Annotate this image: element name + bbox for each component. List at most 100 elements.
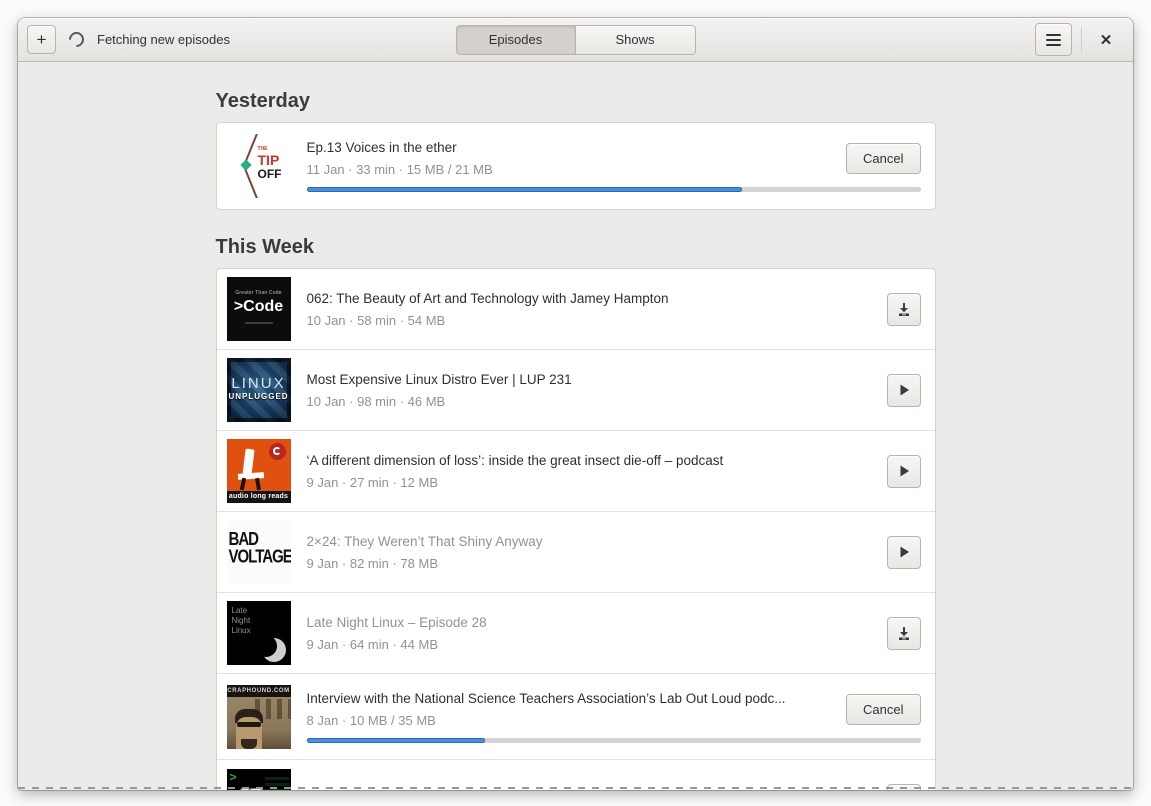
loading-spinner-icon — [65, 28, 88, 51]
alr-banner-text: audio long reads — [226, 491, 291, 503]
episode-body: Interview with the National Science Teac… — [306, 691, 921, 743]
episode-texts: Most Expensive Linux Distro Ever | LUP 2… — [307, 372, 875, 409]
episode-texts: Bot or Not — [307, 790, 875, 791]
header-separator — [1081, 27, 1082, 52]
close-window-button[interactable]: ✕ — [1091, 25, 1121, 55]
episode-section: Yesterday THE TIP OFF Ep.13 Voices in the … — [215, 90, 936, 210]
tipoff-tip: TIP — [257, 152, 280, 168]
episode-list: THE TIP OFF Ep.13 Voices in the ether 11 J… — [215, 122, 936, 210]
download-button[interactable] — [886, 292, 921, 326]
show-artwork-alr: audio long reads — [226, 439, 291, 503]
play-icon — [900, 546, 909, 558]
episode-row[interactable]: BAD VOLTAGE 2×24: They Weren’t That Shiny… — [216, 512, 935, 593]
crescent-moon-mask — [254, 635, 277, 657]
episode-title: Most Expensive Linux Distro Ever | LUP 2… — [306, 371, 572, 387]
episode-body: Ep.13 Voices in the ether 11 Jan · 33 mi… — [306, 140, 921, 192]
episode-title: Ep.13 Voices in the ether — [306, 140, 457, 155]
episode-list: Greater Than Code >Code 062: The Beauty o… — [215, 268, 936, 790]
episode-meta: 9 Jan · 27 min · 12 MB — [306, 474, 439, 490]
episode-row[interactable]: THE TIP OFF Ep.13 Voices in the ether 11 J… — [217, 123, 935, 209]
chair-leg — [254, 477, 261, 491]
episode-row[interactable]: CRAPHOUND.COM Interview with the Nationa… — [216, 674, 935, 760]
episode-meta: 8 Jan · 10 MB / 35 MB — [306, 712, 436, 728]
person-beard — [240, 738, 257, 749]
scrolled-content[interactable]: Yesterday THE TIP OFF Ep.13 Voices in the … — [18, 62, 1133, 790]
episode-texts: Ep.13 Voices in the ether 11 Jan · 33 mi… — [307, 140, 835, 177]
play-button[interactable] — [886, 535, 921, 569]
play-button[interactable] — [886, 454, 921, 488]
show-artwork-craphound: CRAPHOUND.COM — [226, 684, 291, 749]
lnl-text: Late Night Linux — [232, 606, 251, 636]
tab-episodes[interactable]: Episodes — [455, 24, 576, 55]
episode-toprow: Late Night Linux – Episode 28 9 Jan · 64… — [307, 615, 921, 652]
episode-texts: 062: The Beauty of Art and Technology wi… — [307, 291, 875, 328]
close-icon: ✕ — [1099, 31, 1113, 49]
person-glasses — [236, 721, 261, 727]
episode-meta: 10 Jan · 58 min · 54 MB — [306, 312, 446, 328]
episode-toprow: 2×24: They Weren’t That Shiny Anyway 9 J… — [307, 534, 921, 571]
episode-title: ‘A different dimension of loss’: inside … — [306, 452, 724, 468]
episode-toprow: Most Expensive Linux Distro Ever | LUP 2… — [307, 372, 921, 409]
show-artwork-bv: BAD VOLTAGE — [226, 520, 291, 584]
lnl-line: Night — [231, 616, 251, 625]
episode-list-area: Yesterday THE TIP OFF Ep.13 Voices in the … — [215, 62, 936, 790]
episode-row[interactable]: >JB Bot or Not — [217, 760, 935, 790]
download-button[interactable] — [886, 616, 921, 650]
episode-section: This Week Greater Than Code >Code 062: Th… — [215, 236, 936, 790]
episode-meta: 10 Jan · 98 min · 46 MB — [306, 393, 446, 409]
lnl-line: Linux — [231, 626, 251, 635]
lup-unplugged-text: UNPLUGGED — [228, 392, 289, 401]
tipoff-diamond — [239, 159, 252, 171]
tipoff-text: THE TIP OFF — [257, 147, 282, 181]
cancel-download-button[interactable]: Cancel — [846, 693, 921, 725]
gtc-caption: Greater Than Code — [235, 290, 282, 296]
episode-row[interactable]: Greater Than Code >Code 062: The Beauty o… — [216, 269, 935, 350]
download-icon — [898, 303, 909, 316]
add-podcast-button[interactable]: + — [27, 25, 56, 54]
episode-toprow: ‘A different dimension of loss’: inside … — [307, 453, 921, 490]
desktop: { "icons": { "plus": "+", "close": "✕" }… — [0, 0, 1151, 806]
play-button[interactable] — [886, 373, 921, 407]
headerbar-right: ✕ — [1035, 23, 1133, 56]
gtc-logo-text: >Code — [233, 298, 284, 315]
episode-body: 2×24: They Weren’t That Shiny Anyway 9 J… — [307, 534, 921, 571]
episode-row[interactable]: audio long reads ‘A different dimension … — [216, 431, 935, 512]
episode-meta: 9 Jan · 82 min · 78 MB — [306, 555, 439, 571]
episode-body: Late Night Linux – Episode 28 9 Jan · 64… — [307, 615, 921, 652]
show-artwork-lup: LINUX UNPLUGGED — [226, 358, 291, 422]
episode-body: Most Expensive Linux Distro Ever | LUP 2… — [307, 372, 921, 409]
tipoff-off: OFF — [257, 167, 282, 181]
app-window: + Fetching new episodes Episodes Shows ✕… — [18, 18, 1133, 790]
menu-button[interactable] — [1035, 23, 1072, 56]
section-title: This Week — [215, 236, 315, 258]
hamburger-icon — [1046, 31, 1061, 49]
tab-shows[interactable]: Shows — [575, 24, 696, 55]
download-progress-fill — [306, 737, 485, 743]
episode-texts: Interview with the National Science Teac… — [307, 691, 835, 728]
lup-linux-text: LINUX — [231, 375, 286, 392]
play-icon — [900, 384, 909, 396]
download-icon — [898, 627, 909, 640]
episode-meta: 11 Jan · 33 min · 15 MB / 21 MB — [306, 162, 493, 177]
episode-row[interactable]: Late Night Linux Late Night Linux – Episod… — [216, 593, 935, 674]
gtc-subline — [244, 322, 273, 324]
episode-title: 062: The Beauty of Art and Technology wi… — [306, 290, 669, 306]
play-icon — [900, 465, 909, 477]
cancel-download-button[interactable]: Cancel — [846, 143, 921, 174]
tipoff-line — [242, 165, 259, 198]
episode-texts: ‘A different dimension of loss’: inside … — [307, 453, 875, 490]
episode-toprow: Interview with the National Science Teac… — [307, 691, 921, 728]
scroll-undershoot-indicator — [18, 787, 1133, 789]
jb-prompt: > — [229, 769, 237, 784]
headerbar: + Fetching new episodes Episodes Shows ✕ — [18, 18, 1133, 62]
episode-row[interactable]: LINUX UNPLUGGED Most Expensive Linux Dist… — [216, 350, 935, 431]
download-progressbar — [306, 737, 921, 743]
show-artwork-gtc: Greater Than Code >Code — [226, 277, 291, 341]
episode-meta: 9 Jan · 64 min · 44 MB — [306, 636, 439, 652]
episode-body: ‘A different dimension of loss’: inside … — [307, 453, 921, 490]
download-progress-fill — [306, 187, 743, 192]
view-switcher: Episodes Shows — [455, 24, 696, 55]
episode-toprow: Ep.13 Voices in the ether 11 Jan · 33 mi… — [307, 140, 921, 177]
episode-toprow: 062: The Beauty of Art and Technology wi… — [307, 291, 921, 328]
section-title: Yesterday — [215, 90, 311, 112]
